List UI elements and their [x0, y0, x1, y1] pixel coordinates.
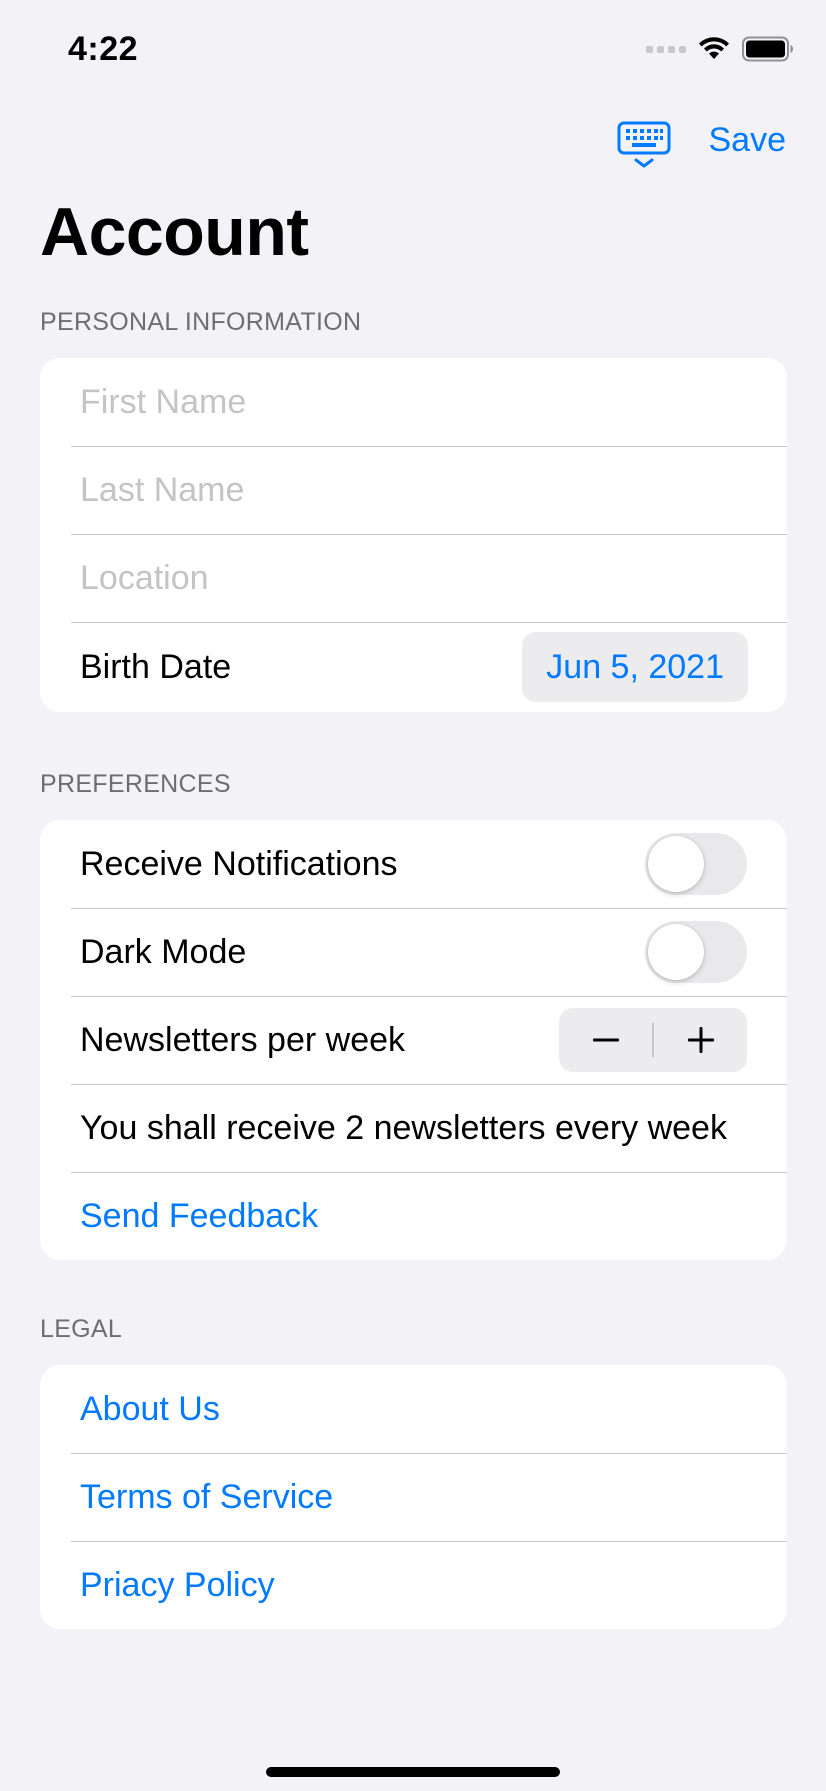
send-feedback-row[interactable]: Send Feedback — [40, 1172, 787, 1260]
privacy-policy-link[interactable]: Priacy Policy — [80, 1566, 275, 1605]
about-us-link[interactable]: About Us — [80, 1390, 220, 1429]
increment-button[interactable] — [654, 1008, 747, 1072]
dark-mode-row: Dark Mode — [40, 908, 787, 996]
location-placeholder: Location — [80, 558, 209, 597]
newsletters-summary-row: You shall receive 2 newsletters every we… — [40, 1084, 787, 1172]
cellular-signal-icon — [646, 45, 686, 53]
newsletters-summary: You shall receive 2 newsletters every we… — [80, 1108, 727, 1147]
first-name-field[interactable]: First Name — [40, 358, 787, 446]
privacy-row[interactable]: Priacy Policy — [40, 1541, 787, 1629]
navigation-bar: Save — [0, 110, 826, 176]
newsletters-stepper — [559, 1008, 747, 1072]
birth-date-row: Birth Date Jun 5, 2021 — [40, 622, 787, 712]
preferences-group: Receive Notifications Dark Mode Newslett… — [40, 820, 787, 1260]
about-us-row[interactable]: About Us — [40, 1365, 787, 1453]
home-indicator[interactable] — [266, 1767, 560, 1777]
birth-date-picker[interactable]: Jun 5, 2021 — [522, 632, 748, 702]
send-feedback-link[interactable]: Send Feedback — [80, 1197, 318, 1236]
birth-date-label: Birth Date — [80, 647, 232, 686]
personal-information-group: First Name Last Name Location Birth Date… — [40, 358, 787, 712]
status-icons — [646, 36, 794, 62]
last-name-field[interactable]: Last Name — [40, 446, 787, 534]
last-name-placeholder: Last Name — [80, 470, 245, 509]
status-time: 4:22 — [68, 30, 139, 68]
section-header-legal: LEGAL — [40, 1315, 123, 1343]
plus-icon — [687, 1027, 714, 1053]
terms-of-service-link[interactable]: Terms of Service — [80, 1478, 333, 1517]
notifications-label: Receive Notifications — [80, 844, 398, 883]
section-header-personal: PERSONAL INFORMATION — [40, 308, 362, 336]
terms-row[interactable]: Terms of Service — [40, 1453, 787, 1541]
keyboard-dismiss-button[interactable] — [617, 120, 671, 170]
keyboard-dismiss-icon — [617, 121, 671, 168]
newsletters-label: Newsletters per week — [80, 1020, 406, 1059]
battery-icon — [742, 36, 793, 62]
section-header-preferences: PREFERENCES — [40, 770, 231, 798]
legal-group: About Us Terms of Service Priacy Policy — [40, 1365, 787, 1629]
location-field[interactable]: Location — [40, 534, 787, 622]
dark-mode-label: Dark Mode — [80, 932, 247, 971]
decrement-button[interactable] — [559, 1008, 652, 1072]
page-title: Account — [40, 194, 309, 270]
notifications-toggle[interactable] — [645, 833, 747, 895]
wifi-icon — [699, 37, 729, 59]
dark-mode-toggle[interactable] — [645, 921, 747, 983]
save-button[interactable]: Save — [709, 120, 787, 160]
minus-icon — [592, 1038, 619, 1042]
first-name-placeholder: First Name — [80, 382, 247, 421]
newsletters-row: Newsletters per week — [40, 996, 787, 1084]
status-bar: 4:22 — [0, 0, 826, 100]
notifications-row: Receive Notifications — [40, 820, 787, 908]
